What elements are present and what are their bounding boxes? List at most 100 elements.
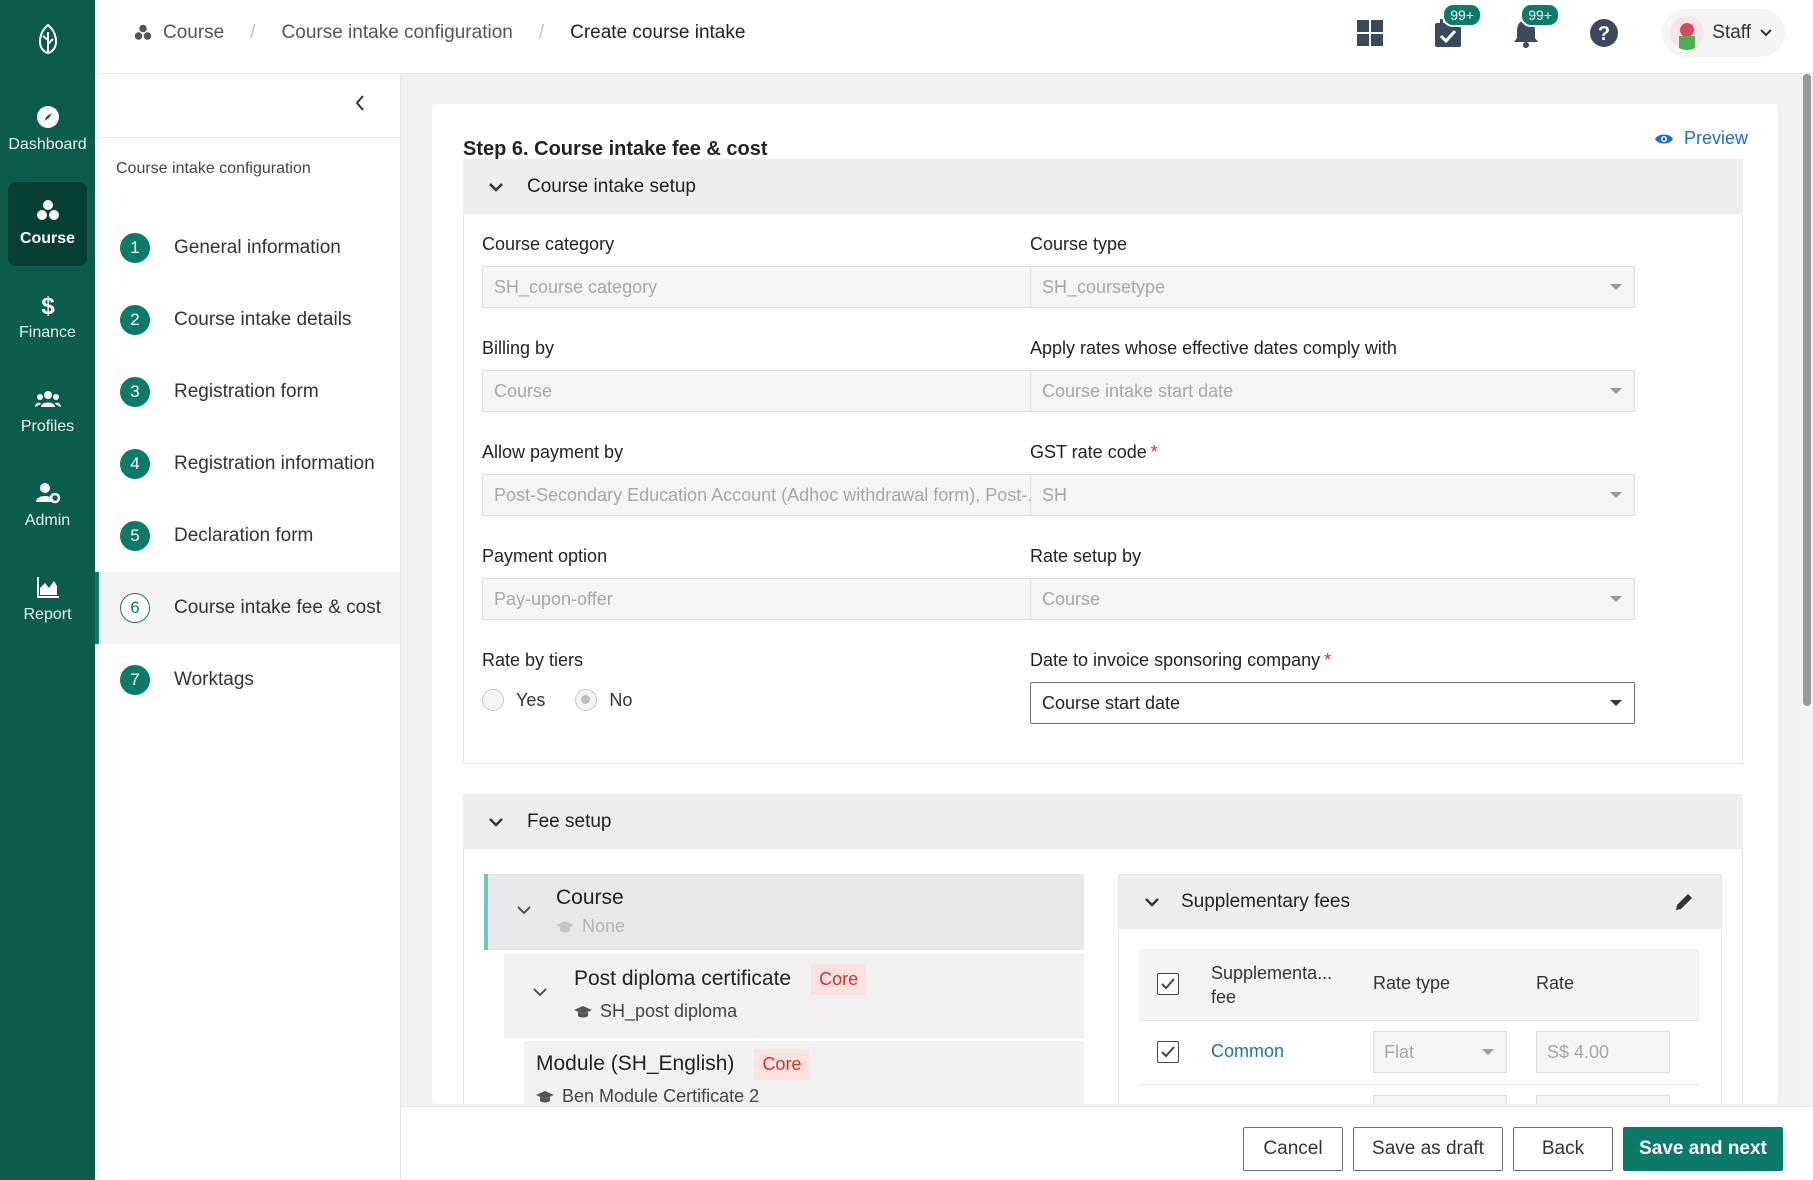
billing-by-select[interactable]: Course (482, 370, 1087, 412)
col-header-rate-type[interactable]: Rate type (1373, 973, 1450, 994)
field-allow-payment-by: Allow payment by Post-Secondary Educatio… (482, 442, 1087, 516)
step-registration-form[interactable]: 3 Registration form (95, 356, 400, 428)
rate-type-select[interactable]: Flat (1373, 1031, 1507, 1073)
field-label: GST rate code * (1030, 442, 1635, 474)
step-course-intake-fee-cost[interactable]: 6 Course intake fee & cost (95, 572, 400, 644)
help-icon: ? (1590, 19, 1619, 47)
allow-payment-select[interactable]: Post-Secondary Education Account (Adhoc … (482, 474, 1087, 516)
supplementary-fees-title: Supplementary fees (1181, 891, 1350, 912)
gst-rate-select[interactable]: SH (1030, 474, 1635, 516)
section-fee-setup-header[interactable]: Fee setup (463, 794, 1743, 849)
cancel-button[interactable]: Cancel (1243, 1127, 1343, 1171)
step-general-information[interactable]: 1 General information (95, 212, 400, 284)
help-button[interactable]: ? (1584, 13, 1624, 53)
scrollbar-thumb[interactable] (1803, 74, 1811, 706)
rail-item-course[interactable]: Course (8, 182, 87, 266)
field-label: Payment option (482, 546, 608, 566)
breadcrumb-separator: / (250, 22, 256, 43)
rate-type-select[interactable] (1373, 1095, 1507, 1104)
select-value: Course start date (1042, 693, 1181, 713)
step-declaration-form[interactable]: 5 Declaration form (95, 500, 400, 572)
rail-item-report[interactable]: Report (0, 574, 95, 624)
steps-title: Course intake configuration (116, 160, 311, 177)
leaf-logo-icon (38, 23, 57, 55)
payment-option-select[interactable]: Pay-upon-offer (482, 578, 1087, 620)
save-and-next-button[interactable]: Save and next (1623, 1127, 1783, 1171)
tree-node-sub-text: Ben Module Certificate 2 (562, 1086, 760, 1104)
avatar (1670, 16, 1705, 50)
caret-down-icon (1610, 388, 1622, 394)
col-header-rate[interactable]: Rate (1536, 973, 1574, 994)
apply-rates-select[interactable]: Course intake start date (1030, 370, 1635, 412)
step-worktags[interactable]: 7 Worktags (95, 644, 400, 716)
label-text: GST rate code (1030, 442, 1147, 462)
rate-tiers-radio-group: Yes No (482, 682, 1087, 718)
notifications-button[interactable]: 99+ (1506, 3, 1561, 53)
app-logo[interactable] (0, 0, 95, 78)
main-form-card: Step 6. Course intake fee & cost Preview… (432, 104, 1778, 1104)
left-nav-rail: Dashboard Course $ Finance Profiles Admi… (0, 0, 95, 1180)
bottom-action-bar: Cancel Save as draft Back Save and next (401, 1106, 1813, 1180)
breadcrumb: Course / Course intake configuration / C… (133, 0, 745, 66)
fee-name-link[interactable]: Common (1211, 1041, 1284, 1062)
step-registration-information[interactable]: 4 Registration information (95, 428, 400, 500)
grid-icon (1357, 20, 1384, 46)
user-menu[interactable]: Staff (1662, 9, 1785, 57)
main-scrollbar[interactable] (1801, 74, 1813, 1106)
chevron-down-icon (1145, 898, 1159, 907)
rail-item-admin[interactable]: Admin (0, 480, 95, 530)
rail-item-dashboard[interactable]: Dashboard (0, 104, 95, 154)
field-rate-by-tiers: Rate by tiers Yes No (482, 650, 1087, 718)
tree-node-course[interactable]: Course None (484, 874, 1084, 950)
graduation-cap-icon (556, 920, 574, 932)
rail-item-finance[interactable]: $ Finance (0, 292, 95, 342)
radio-no[interactable] (575, 689, 598, 711)
step-label: Declaration form (174, 525, 314, 546)
breadcrumb-current: Create course intake (570, 22, 746, 43)
cubes-icon (36, 200, 59, 220)
chevron-down-icon (533, 988, 547, 997)
steps-collapse-bar (95, 74, 400, 138)
invoice-date-select[interactable]: Course start date (1030, 682, 1635, 724)
breadcrumb-course[interactable]: Course (163, 22, 224, 44)
breadcrumb-intake-config[interactable]: Course intake configuration (282, 22, 513, 44)
step-course-intake-details[interactable]: 2 Course intake details (95, 284, 400, 356)
caret-down-icon (1610, 596, 1622, 602)
chevron-down-icon (517, 906, 531, 915)
rate-input[interactable]: S$ 4.00 (1536, 1031, 1670, 1073)
preview-link[interactable]: Preview (1654, 128, 1748, 149)
course-type-select[interactable]: SH_coursetype (1030, 266, 1635, 308)
select-value: Course intake start date (1042, 381, 1234, 401)
course-category-select[interactable]: SH_course category (482, 266, 1087, 308)
select-value: Course (1042, 589, 1101, 609)
tasks-button[interactable]: 99+ (1428, 3, 1483, 53)
top-header: Course / Course intake configuration / C… (95, 0, 1813, 74)
section-intake-setup-header[interactable]: Course intake setup (463, 159, 1743, 214)
save-as-draft-button[interactable]: Save as draft (1353, 1127, 1503, 1171)
pencil-icon[interactable] (1673, 891, 1695, 913)
back-button[interactable]: Back (1513, 1127, 1613, 1171)
field-course-category: Course category SH_course category (482, 234, 1087, 308)
rate-input[interactable] (1536, 1095, 1670, 1104)
row-checkbox[interactable] (1157, 1041, 1179, 1063)
tree-node-module[interactable]: Module (SH_English) Core Ben Module Certi… (524, 1041, 1084, 1104)
select-all-checkbox[interactable] (1157, 973, 1179, 995)
rail-item-profiles[interactable]: Profiles (0, 386, 95, 436)
apps-grid-button[interactable] (1350, 13, 1390, 53)
rate-setup-select[interactable]: Course (1030, 578, 1635, 620)
field-billing-by: Billing by Course (482, 338, 1087, 412)
tree-node-programme[interactable]: Post diploma certificate Core SH_post dip… (504, 954, 1084, 1038)
steps-sidebar: Course intake configuration 1 General inf… (95, 74, 401, 1180)
field-label: Course type (1030, 234, 1128, 254)
collapse-sidebar-button[interactable] (354, 94, 366, 118)
chevron-down-icon (489, 182, 503, 192)
select-value: Post-Secondary Education Account (Adhoc … (494, 485, 1043, 505)
chevron-down-icon (1760, 29, 1772, 37)
user-name: Staff (1712, 22, 1751, 43)
supplementary-fees-header[interactable]: Supplementary fees (1119, 875, 1721, 929)
rail-label-finance: Finance (19, 324, 76, 341)
radio-yes[interactable] (482, 689, 504, 711)
tasks-badge: 99+ (1442, 3, 1483, 27)
tree-node-title: Post diploma certificate Core (574, 964, 867, 995)
field-invoice-date: Date to invoice sponsoring company * Cour… (1030, 650, 1635, 724)
